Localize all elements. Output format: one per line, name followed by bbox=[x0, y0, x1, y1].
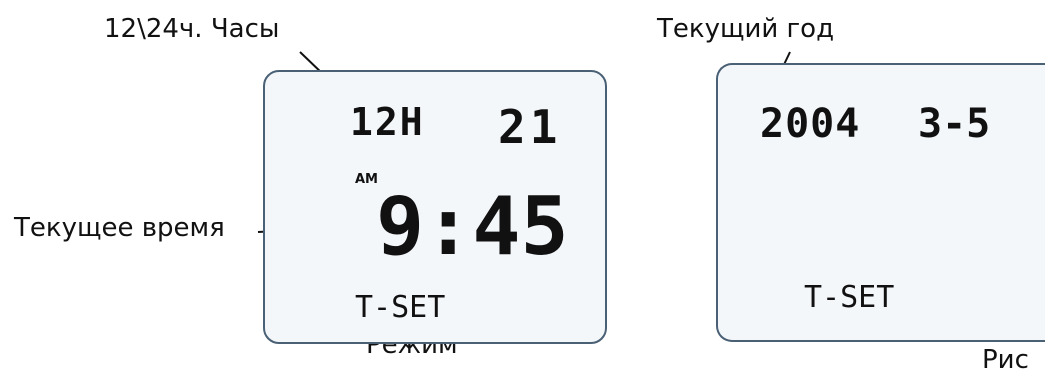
hour-mode-text: 12H bbox=[350, 100, 425, 144]
right-mode-display: T-SET bbox=[804, 280, 895, 315]
current-time-label: Текущее время bbox=[14, 213, 225, 243]
flashing-hour-value: 21 bbox=[498, 100, 562, 154]
clock-mode-label: 12\24ч. Часы bbox=[104, 14, 280, 44]
am-indicator: AM bbox=[355, 172, 378, 187]
left-mode-display: T-SET bbox=[355, 290, 446, 325]
figure-label: Рис bbox=[982, 345, 1029, 375]
year-display: 2004 bbox=[760, 101, 861, 147]
current-time-display: 9:45 bbox=[376, 180, 569, 273]
current-year-label: Текущий год bbox=[657, 14, 835, 44]
date-display: 3-5 bbox=[918, 101, 991, 147]
